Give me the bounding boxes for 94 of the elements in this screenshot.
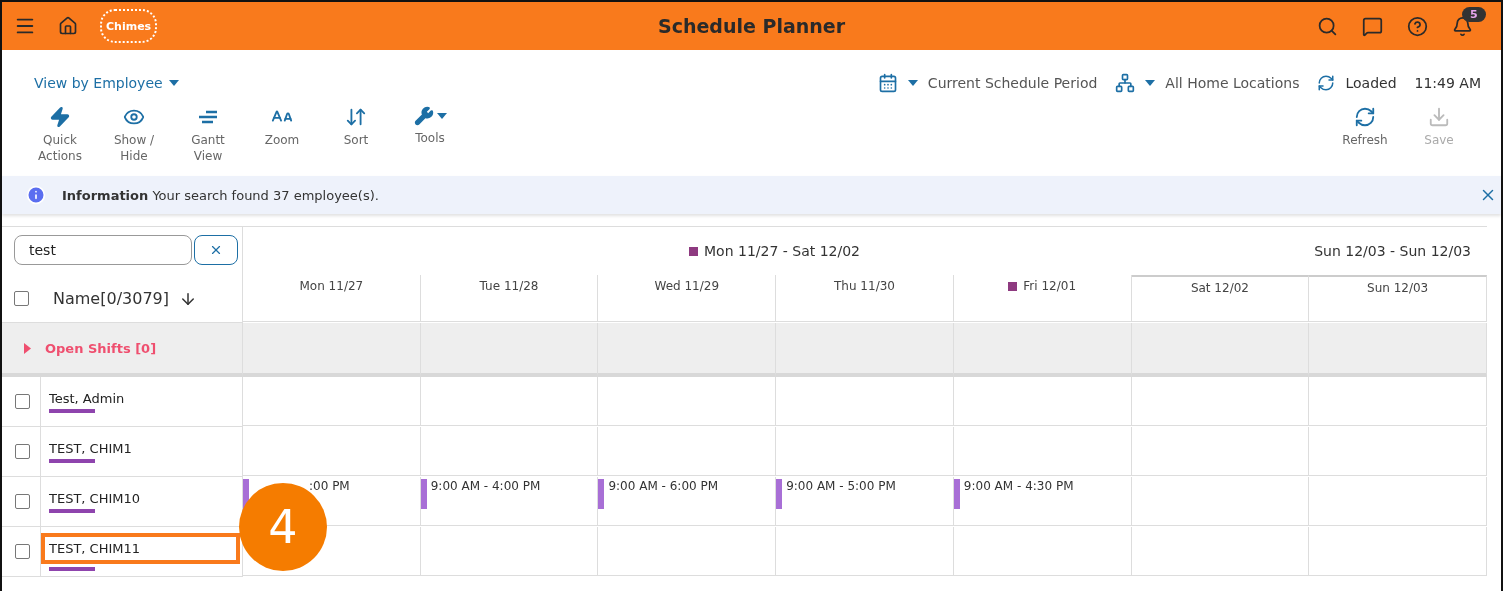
schedule-cell[interactable]: 9:00 AM - 4:00 PM — [420, 477, 599, 526]
schedule-cell[interactable] — [1309, 427, 1487, 476]
toolbar-button[interactable]: Tools — [398, 106, 462, 146]
shift-time[interactable]: 9:00 AM - 4:00 PM — [430, 479, 541, 493]
shift-time[interactable]: :00 PM — [309, 479, 350, 493]
toolbar-button[interactable]: Show / Hide — [102, 106, 166, 164]
select-all-checkbox[interactable] — [14, 291, 29, 306]
toolbar-button[interactable]: Zoom — [250, 106, 314, 148]
caret-icon — [436, 113, 447, 119]
day-header: Mon 11/27 — [299, 279, 364, 293]
search-field[interactable]: test — [14, 235, 192, 265]
schedule-cell[interactable] — [776, 377, 954, 426]
home-icon[interactable] — [58, 16, 78, 36]
employee-name[interactable]: TEST, CHIM1 — [49, 440, 242, 456]
day-header: Sat 12/02 — [1190, 281, 1249, 295]
toolbar-button[interactable]: Refresh — [1333, 106, 1397, 148]
day-header: Wed 11/29 — [654, 279, 720, 293]
schedule-cell[interactable] — [1131, 527, 1310, 576]
schedule-cell[interactable] — [1131, 427, 1310, 476]
shift-time[interactable]: 9:00 AM - 6:00 PM — [608, 479, 719, 493]
clear-button[interactable] — [194, 235, 238, 265]
schedule-cell[interactable] — [420, 377, 599, 426]
schedule-cell[interactable]: 9:00 AM - 6:00 PM — [598, 477, 777, 526]
toolbar-button[interactable]: Quick Actions — [28, 106, 92, 164]
status-text: Loaded — [1345, 75, 1397, 91]
shift-bar — [953, 479, 960, 509]
role-bar — [49, 408, 95, 413]
row-checkbox[interactable] — [14, 444, 30, 459]
schedule-cell[interactable] — [953, 527, 1132, 576]
lightning-icon — [49, 106, 71, 128]
toolbar-button[interactable]: Sort — [324, 106, 388, 148]
schedule-cell[interactable] — [1131, 377, 1310, 426]
schedule-cell[interactable] — [598, 427, 777, 476]
row-checkbox[interactable] — [14, 494, 30, 509]
caret-icon — [1145, 80, 1156, 86]
role-bar — [49, 458, 95, 463]
role-bar — [49, 508, 95, 513]
page-title: Schedule Planner — [656, 15, 847, 37]
notification-badge: 5 — [1462, 6, 1486, 22]
schedule-cell[interactable] — [1309, 527, 1487, 576]
schedule-cell[interactable] — [953, 377, 1132, 426]
sort-icon — [345, 106, 367, 128]
schedule-cell[interactable] — [598, 527, 777, 576]
name-column-header[interactable]: Name[0/3079] — [53, 289, 197, 308]
shift-time[interactable]: 9:00 AM - 5:00 PM — [786, 479, 896, 493]
schedule-cell[interactable] — [1131, 477, 1310, 526]
employee-name[interactable]: TEST, CHIM10 — [49, 490, 242, 506]
info-message: Information Your search found 37 employee(s). — [62, 187, 379, 203]
hierarchy-icon[interactable] — [1115, 73, 1136, 93]
shift-bar — [598, 479, 605, 509]
schedule-cell[interactable] — [1309, 477, 1487, 526]
schedule-cell[interactable] — [776, 427, 954, 476]
day-header: Tue 11/28 — [479, 279, 539, 293]
schedule-cell[interactable] — [243, 427, 421, 476]
refresh-icon — [1354, 106, 1376, 128]
info-icon — [26, 185, 46, 205]
week-range: Sun 12/03 - Sun 12/03 — [1314, 243, 1471, 259]
caret-icon — [907, 80, 918, 86]
bell-icon[interactable] — [1452, 15, 1473, 37]
caret-icon — [168, 80, 179, 86]
row-checkbox[interactable] — [14, 544, 30, 559]
calendar-icon[interactable] — [877, 73, 898, 93]
sync-icon — [1317, 74, 1336, 92]
day-header: Fri 12/01 — [1008, 279, 1077, 293]
schedule-cell[interactable] — [243, 377, 421, 426]
save-icon — [1428, 106, 1450, 128]
schedule-cell[interactable]: 9:00 AM - 5:00 PM — [776, 477, 954, 526]
schedule-cell[interactable] — [598, 377, 777, 426]
expand-icon[interactable] — [24, 342, 31, 354]
row-checkbox[interactable] — [14, 394, 30, 409]
view-dropdown[interactable]: View by Employee — [34, 75, 179, 91]
week-range: Mon 11/27 - Sat 12/02 — [689, 243, 861, 259]
schedule-cell[interactable] — [1309, 377, 1487, 426]
schedule-cell[interactable] — [420, 427, 599, 476]
day-header: Thu 11/30 — [834, 279, 895, 293]
time-text: 11:49 AM — [1414, 75, 1481, 91]
close-icon — [209, 243, 223, 257]
period-label[interactable]: Current Schedule Period — [927, 75, 1098, 91]
help-icon[interactable] — [1407, 15, 1428, 37]
schedule-cell[interactable]: 9:00 AM - 4:30 PM — [953, 477, 1132, 526]
role-bar — [49, 566, 95, 571]
schedule-cell[interactable] — [953, 427, 1132, 476]
shift-time[interactable]: 9:00 AM - 4:30 PM — [963, 479, 1074, 493]
search-icon[interactable] — [1317, 15, 1338, 37]
day-header: Sun 12/03 — [1367, 281, 1429, 295]
schedule-cell[interactable] — [420, 527, 599, 576]
employee-name[interactable]: TEST, CHIM11 — [49, 540, 141, 556]
schedule-cell[interactable] — [776, 527, 954, 576]
shift-bar — [420, 479, 427, 509]
message-icon[interactable] — [1362, 15, 1383, 37]
location-label[interactable]: All Home Locations — [1165, 75, 1300, 91]
toolbar-button[interactable]: Gantt View — [176, 106, 240, 164]
employee-name[interactable]: Test, Admin — [49, 390, 242, 406]
shift-bar — [776, 479, 783, 509]
